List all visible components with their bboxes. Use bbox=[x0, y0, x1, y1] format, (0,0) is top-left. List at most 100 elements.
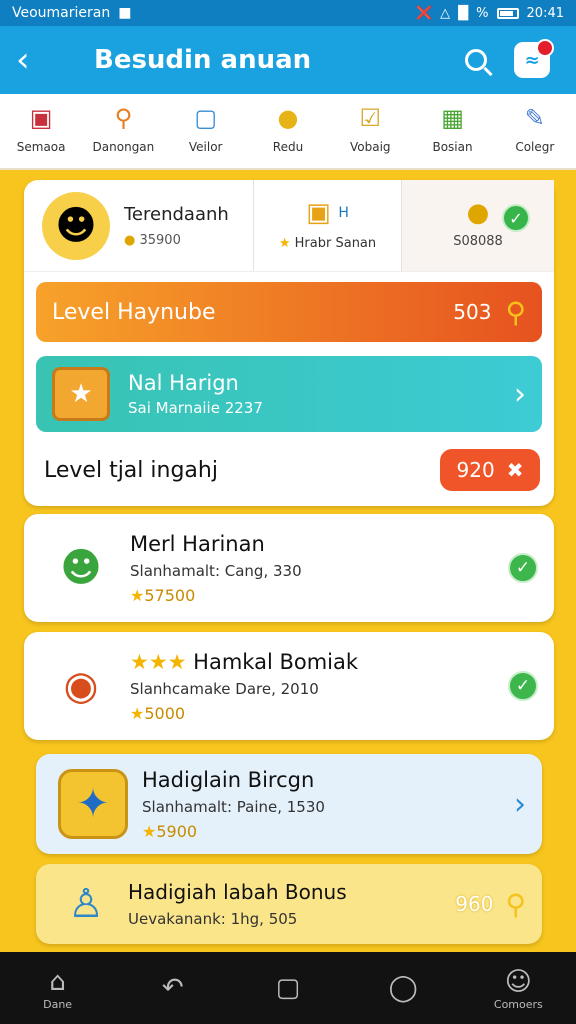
level-claim-button[interactable]: 920 ✖ bbox=[440, 449, 540, 491]
crate-icon: ▦ bbox=[441, 104, 464, 132]
category-label: Danongan bbox=[92, 140, 155, 154]
star-icon: ★ bbox=[142, 821, 157, 841]
category-item[interactable]: ● Redu bbox=[250, 102, 326, 154]
chest-icon: ★ bbox=[52, 367, 110, 421]
level-progress-bar[interactable]: Level Haynube 503 ⚲ bbox=[36, 282, 542, 342]
task-card[interactable]: ✦ Hadiglain Bircgn Slanhamalt: Paine, 15… bbox=[36, 754, 542, 854]
task-reward: ★5000 bbox=[130, 704, 508, 723]
chevron-right-icon: › bbox=[514, 376, 526, 412]
task-reward-value: 57500 bbox=[144, 585, 196, 605]
coin-icon: ● bbox=[124, 232, 136, 248]
daily-reward-banner[interactable]: ★ Nal Harign Sai Marnaiie 2237 › bbox=[36, 356, 542, 432]
app-bar: ‹ Besudin anuan ≈ bbox=[0, 26, 576, 94]
daily-subtitle: Sai Marnaiie 2237 bbox=[128, 399, 263, 417]
signal-percent: % bbox=[476, 5, 489, 21]
coin-count: 35900 bbox=[139, 232, 181, 248]
bag-stat-icon-line: ▣ H bbox=[254, 198, 401, 228]
messages-button[interactable]: ≈ bbox=[504, 35, 560, 85]
home-icon: ⌂ bbox=[49, 966, 66, 997]
nav-label: Dane bbox=[43, 997, 73, 1011]
category-label: Veilor bbox=[188, 140, 223, 154]
edit-icon: ▢ bbox=[275, 973, 301, 1003]
category-item[interactable]: ▦ Bosian bbox=[415, 102, 491, 154]
task-title: Merl Harinan bbox=[130, 531, 265, 556]
category-item[interactable]: ⚲ Danongan bbox=[85, 102, 161, 154]
task-subtitle: Slanhamalt: Cang, 330 bbox=[130, 561, 302, 580]
nav-profile[interactable]: ◯ bbox=[353, 972, 453, 1004]
back-icon[interactable]: ‹ bbox=[16, 43, 56, 77]
category-item[interactable]: ☑ Vobaig bbox=[332, 102, 408, 154]
character-icon: ♙ bbox=[68, 881, 104, 927]
level-bar-label: Level Haynube bbox=[52, 299, 216, 325]
magnifier-icon: ⚲ bbox=[114, 104, 133, 132]
star-icon: ★ bbox=[130, 703, 145, 723]
bucket-icon: ▢ bbox=[194, 104, 218, 132]
task-title: Hamkal Bomiak bbox=[193, 649, 359, 674]
mute-icon: ❌ bbox=[415, 5, 433, 21]
nav-edit[interactable]: ▢ bbox=[238, 972, 338, 1004]
summary-panel: ☻ Terendaanh ● 35900 ▣ H ★ Hrabr Sanan ●… bbox=[24, 180, 554, 506]
coin-icon: ● bbox=[277, 104, 299, 132]
clock: 20:41 bbox=[526, 5, 564, 21]
wifi-icon: △ bbox=[440, 5, 451, 21]
daily-title: Nal Harign bbox=[128, 371, 239, 395]
check-icon: ✓ bbox=[502, 204, 530, 232]
search-button[interactable] bbox=[448, 35, 504, 85]
task-title: Hadiglain Bircgn bbox=[142, 767, 315, 792]
star-icon: ★ bbox=[278, 236, 291, 251]
stars-icon: ★★★ bbox=[130, 649, 187, 674]
task-reward: ★57500 bbox=[130, 586, 508, 605]
nav-home[interactable]: ⌂ Dane bbox=[8, 966, 108, 1011]
bag-tag: H bbox=[338, 205, 349, 221]
nav-undo[interactable]: ↶ bbox=[123, 972, 223, 1004]
search-icon bbox=[465, 49, 487, 71]
coin-icon: ● bbox=[466, 198, 490, 228]
category-label: Bosian bbox=[432, 140, 473, 154]
bag-icon: ▣ bbox=[306, 198, 331, 228]
undo-icon: ↶ bbox=[161, 973, 184, 1003]
status-bar: Veoumarieran ■ ❌ △ █ % 20:41 bbox=[0, 0, 576, 26]
task-subtitle: Uevakanank: 1hg, 505 bbox=[128, 910, 298, 928]
compass-icon: ✦ bbox=[58, 769, 128, 839]
nav-user[interactable]: ☺ Comoers bbox=[468, 966, 568, 1011]
category-item[interactable]: ▢ Veilor bbox=[168, 102, 244, 154]
category-label: Colegr bbox=[515, 140, 555, 154]
profile-coins: ● 35900 bbox=[124, 233, 229, 248]
carrier-text: Veoumarieran bbox=[12, 5, 111, 21]
level-row: Level tjal ingahj 920 ✖ bbox=[44, 446, 540, 494]
key-icon: ⚲ bbox=[505, 887, 526, 921]
coin-stat[interactable]: ● S08088 ✓ bbox=[402, 180, 554, 271]
coin-stat-label: S08088 bbox=[453, 234, 503, 249]
bag-stat[interactable]: ▣ H ★ Hrabr Sanan bbox=[254, 180, 402, 271]
profile-icon: ◯ bbox=[388, 973, 418, 1003]
signal-icon: █ bbox=[458, 5, 469, 21]
category-label: Redu bbox=[272, 140, 304, 154]
key-icon: ⚲ bbox=[505, 295, 526, 329]
level-row-label: Level tjal ingahj bbox=[44, 457, 218, 483]
chevron-right-icon: › bbox=[514, 786, 526, 822]
check-icon: ✓ bbox=[508, 553, 538, 583]
level-row-value: 920 bbox=[456, 458, 495, 482]
level-bar-value: 503 bbox=[453, 300, 492, 324]
task-subtitle: Slanhamalt: Paine, 1530 bbox=[142, 797, 325, 816]
task-reward-value: 5900 bbox=[156, 821, 198, 841]
category-bar: ▣ Semaoa ⚲ Danongan ▢ Veilor ● Redu ☑ Vo… bbox=[0, 94, 576, 170]
star-icon: ★ bbox=[130, 585, 145, 605]
battery-icon bbox=[496, 7, 519, 19]
profile-card[interactable]: ☻ Terendaanh ● 35900 bbox=[24, 180, 254, 271]
category-item[interactable]: ▣ Semaoa bbox=[3, 102, 79, 154]
task-title-line: ★★★ Hamkal Bomiak bbox=[130, 650, 508, 674]
nav-label: Comoers bbox=[493, 997, 543, 1011]
profile-row: ☻ Terendaanh ● 35900 ▣ H ★ Hrabr Sanan ●… bbox=[24, 180, 554, 272]
task-subtitle: Slanhcamake Dare, 2010 bbox=[130, 679, 319, 698]
checklist-icon: ☑ bbox=[359, 104, 382, 132]
avatar: ☻ bbox=[42, 191, 110, 260]
winged-orb-icon: ◉ bbox=[46, 651, 116, 721]
category-label: Semaoa bbox=[16, 140, 66, 154]
task-card[interactable]: ◉ ★★★ Hamkal Bomiak Slanhcamake Dare, 20… bbox=[24, 632, 554, 740]
notification-icon: ■ bbox=[118, 5, 132, 21]
category-item[interactable]: ✎ Colegr bbox=[497, 102, 573, 154]
task-card[interactable]: ☻ Merl Harinan Slanhamalt: Cang, 330 ★57… bbox=[24, 514, 554, 622]
task-title: Hadigiah labah Bonus bbox=[128, 880, 347, 904]
task-card[interactable]: ♙ Hadigiah labah Bonus Uevakanank: 1hg, … bbox=[36, 864, 542, 944]
